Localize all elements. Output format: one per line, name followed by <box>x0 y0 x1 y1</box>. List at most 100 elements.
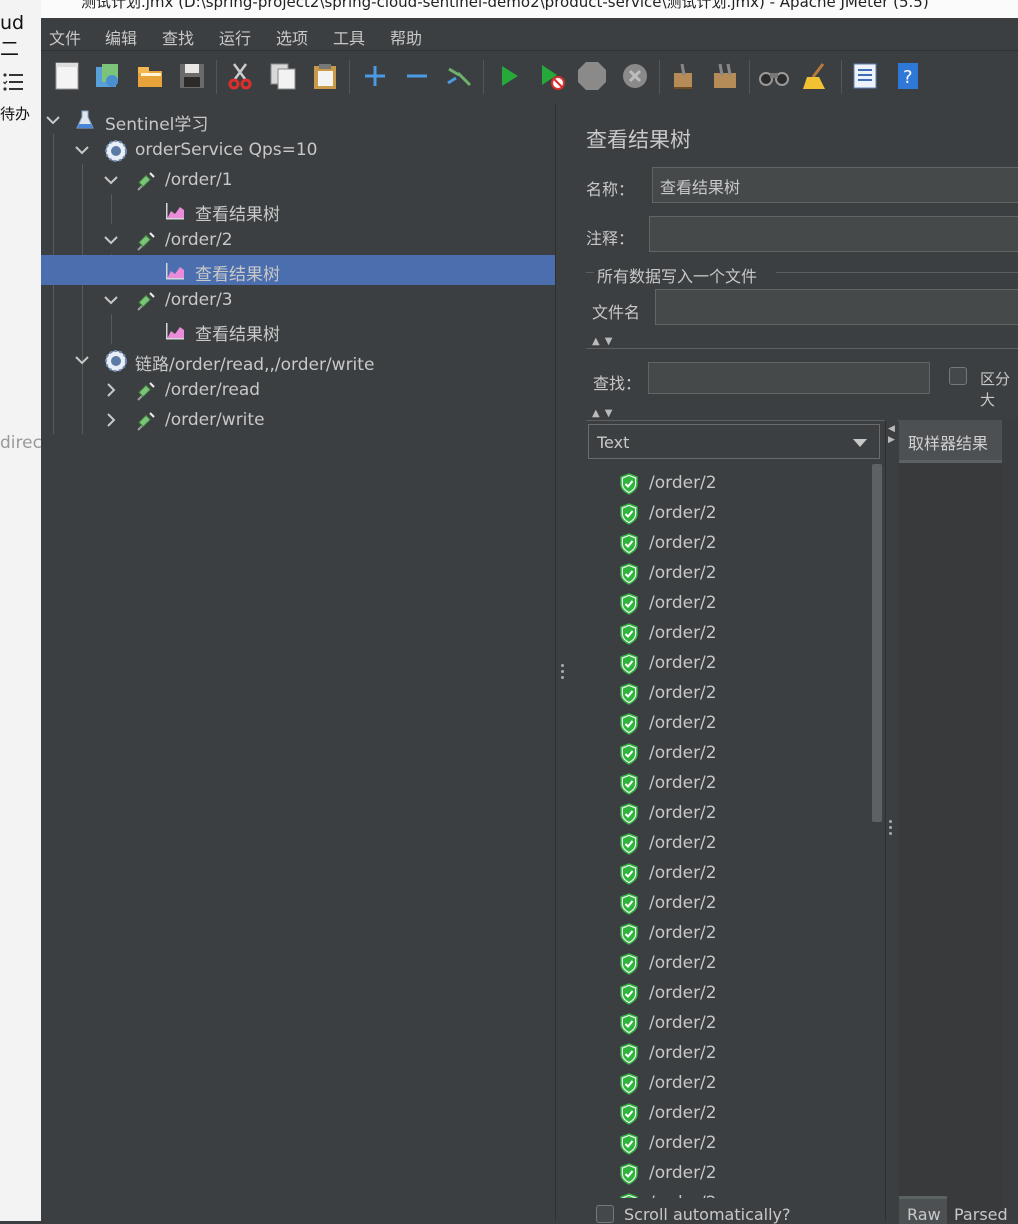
start-button[interactable] <box>493 60 525 92</box>
new-button[interactable] <box>51 60 83 92</box>
tree-node[interactable]: 链路/order/read,,/order/write <box>41 345 555 375</box>
tree-node[interactable]: Sentinel学习 <box>41 105 555 135</box>
result-item[interactable]: /order/2 <box>588 498 872 528</box>
chevron-down-icon[interactable] <box>102 171 120 189</box>
tab-sampler-result[interactable]: 取样器结果 <box>899 420 1002 463</box>
result-item[interactable]: /order/2 <box>588 558 872 588</box>
success-shield-icon <box>619 743 639 765</box>
success-shield-icon <box>619 503 639 525</box>
filename-field[interactable] <box>655 289 1018 325</box>
comment-field[interactable] <box>649 216 1018 252</box>
tree-node[interactable]: /order/read <box>41 375 555 405</box>
shutdown-button[interactable] <box>619 60 651 92</box>
result-item[interactable]: /order/2 <box>588 858 872 888</box>
result-item[interactable]: /order/2 <box>588 1188 872 1198</box>
result-item[interactable]: /order/2 <box>588 588 872 618</box>
main-splitter[interactable] <box>555 104 570 1221</box>
sampler-result-tab-label: 取样器结果 <box>908 434 989 453</box>
expand-button[interactable] <box>359 60 391 92</box>
collapse-button[interactable] <box>401 60 433 92</box>
tab-parsed[interactable]: Parsed <box>949 1196 1018 1224</box>
menu-help[interactable]: 帮助 <box>390 25 422 49</box>
result-item[interactable]: /order/2 <box>588 1098 872 1128</box>
chevron-down-icon[interactable] <box>73 351 91 369</box>
search-field[interactable] <box>648 362 930 394</box>
collapse-arrows-2[interactable]: ▲▼ <box>592 408 617 419</box>
result-item[interactable]: /order/2 <box>588 978 872 1008</box>
tree-node[interactable]: 查看结果树 <box>41 315 555 345</box>
chevron-down-icon[interactable] <box>73 141 91 159</box>
scroll-auto-checkbox[interactable] <box>596 1205 614 1223</box>
tree-node[interactable]: /order/write <box>41 405 555 435</box>
templates-icon <box>96 64 118 87</box>
result-item[interactable]: /order/2 <box>588 648 872 678</box>
result-item[interactable]: /order/2 <box>588 768 872 798</box>
chevron-right-icon[interactable] <box>102 381 120 399</box>
paste-button[interactable] <box>309 60 341 92</box>
result-item[interactable]: /order/2 <box>588 1158 872 1188</box>
clear-button[interactable] <box>667 60 699 92</box>
clear-all-button[interactable] <box>709 60 741 92</box>
menu-search[interactable]: 查找 <box>162 25 194 49</box>
menu-options[interactable]: 选项 <box>276 25 308 49</box>
menu-tools[interactable]: 工具 <box>333 25 365 49</box>
results-scrollbar[interactable] <box>872 464 882 822</box>
success-shield-icon <box>619 863 639 885</box>
result-item[interactable]: /order/2 <box>588 1038 872 1068</box>
result-item[interactable]: /order/2 <box>588 708 872 738</box>
chevron-down-icon[interactable] <box>102 231 120 249</box>
menu-file[interactable]: 文件 <box>49 25 81 49</box>
tree-node[interactable]: 查看结果树 <box>41 255 555 285</box>
sampler-icon <box>134 169 156 191</box>
copy-button[interactable] <box>267 60 299 92</box>
result-item[interactable]: /order/2 <box>588 468 872 498</box>
tree-node[interactable]: 查看结果树 <box>41 195 555 225</box>
help-button[interactable]: ? <box>892 60 924 92</box>
open-button[interactable] <box>134 60 166 92</box>
templates-button[interactable] <box>91 60 123 92</box>
save-button[interactable] <box>176 60 208 92</box>
result-item[interactable]: /order/2 <box>588 618 872 648</box>
cut-button[interactable] <box>224 60 256 92</box>
result-item[interactable]: /order/2 <box>588 1128 872 1158</box>
chevron-down-icon[interactable] <box>102 291 120 309</box>
tree-node[interactable]: /order/1 <box>41 165 555 195</box>
chevron-right-icon[interactable] <box>102 411 120 429</box>
result-label: /order/2 <box>649 473 717 493</box>
tree-node-label: 查看结果树 <box>195 325 280 345</box>
results-splitter[interactable]: ◀ ▶ <box>885 420 898 1221</box>
start-no-pause-button[interactable] <box>535 60 567 92</box>
reset-search-button[interactable] <box>800 60 832 92</box>
menu-run[interactable]: 运行 <box>219 25 251 49</box>
result-item[interactable]: /order/2 <box>588 918 872 948</box>
chevron-down-icon[interactable] <box>44 111 62 129</box>
name-field[interactable]: 查看结果树 <box>652 167 1018 203</box>
result-item[interactable]: /order/2 <box>588 678 872 708</box>
stop-button[interactable] <box>576 60 608 92</box>
result-item[interactable]: /order/2 <box>588 948 872 978</box>
tree-node[interactable]: /order/2 <box>41 225 555 255</box>
tab-raw[interactable]: Raw <box>899 1196 947 1224</box>
sampler-icon <box>134 409 156 431</box>
toggle-button[interactable] <box>443 60 475 92</box>
toggle-icon <box>447 67 472 87</box>
result-item[interactable]: /order/2 <box>588 798 872 828</box>
sampler-icon <box>134 289 156 311</box>
renderer-select[interactable]: Text <box>588 424 880 459</box>
search-button[interactable] <box>758 60 790 92</box>
case-sensitive-label: 区分大 <box>980 370 1011 409</box>
listener-icon <box>164 259 186 281</box>
tree-node[interactable]: /order/3 <box>41 285 555 315</box>
collapse-arrows-1[interactable]: ▲▼ <box>592 336 617 347</box>
case-sensitive-checkbox[interactable] <box>949 367 967 385</box>
result-item[interactable]: /order/2 <box>588 738 872 768</box>
result-item[interactable]: /order/2 <box>588 1068 872 1098</box>
result-item[interactable]: /order/2 <box>588 528 872 558</box>
function-helper-button[interactable] <box>849 60 881 92</box>
tree-node[interactable]: orderService Qps=10 <box>41 135 555 165</box>
success-shield-icon <box>619 653 639 675</box>
menu-edit[interactable]: 编辑 <box>105 25 137 49</box>
result-item[interactable]: /order/2 <box>588 1008 872 1038</box>
result-item[interactable]: /order/2 <box>588 828 872 858</box>
result-item[interactable]: /order/2 <box>588 888 872 918</box>
